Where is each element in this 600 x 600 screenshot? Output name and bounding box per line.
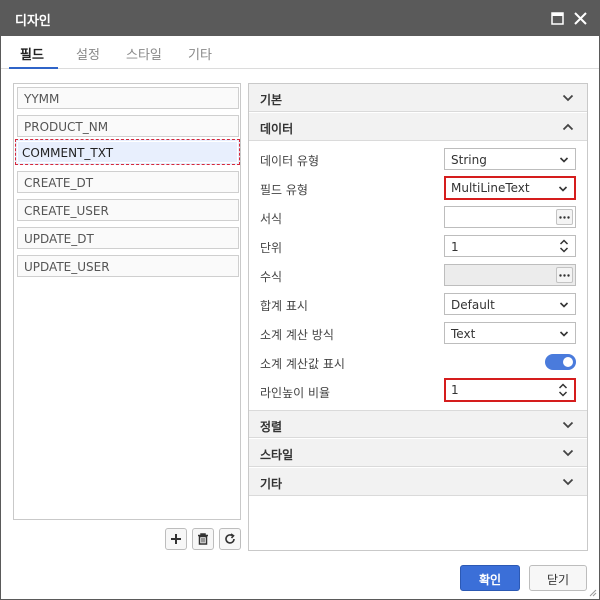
title-bar: 디자인: [1, 1, 599, 36]
chevron-down-icon: [559, 331, 569, 337]
subtotal-display-label: 소계 계산값 표시: [260, 357, 345, 371]
spinner-icon[interactable]: [558, 381, 568, 399]
field-type-label: 필드 유형: [260, 183, 308, 197]
close-icon[interactable]: [571, 9, 589, 27]
section-title: 스타일: [260, 448, 294, 462]
tab-fields[interactable]: 필드: [20, 44, 44, 63]
subtotal-method-label: 소계 계산 방식: [260, 328, 334, 342]
chevron-down-icon: [562, 478, 574, 486]
field-type-value: MultiLineText: [451, 181, 530, 195]
list-item[interactable]: CREATE_DT: [17, 171, 239, 193]
formula-label: 수식: [260, 270, 283, 284]
formula-input: [444, 264, 576, 286]
tab-etc[interactable]: 기타: [188, 44, 212, 63]
section-sort-header[interactable]: 정렬: [249, 410, 587, 438]
dialog-title: 디자인: [15, 14, 51, 29]
line-height-ratio-value: 1: [451, 383, 459, 397]
plus-icon: [171, 534, 181, 544]
subtotal-method-select[interactable]: Text: [444, 322, 576, 344]
section-data-header[interactable]: 데이터: [249, 113, 587, 141]
spinner-icon[interactable]: [559, 237, 569, 255]
list-item[interactable]: UPDATE_DT: [17, 227, 239, 249]
close-button[interactable]: 닫기: [529, 565, 587, 591]
line-height-ratio-label: 라인높이 비율: [260, 386, 331, 400]
total-display-label: 합계 표시: [260, 299, 308, 313]
section-title: 정렬: [260, 420, 283, 434]
list-item[interactable]: UPDATE_USER: [17, 255, 239, 277]
chevron-down-icon: [558, 186, 568, 192]
field-list[interactable]: YYMM PRODUCT_NM COMMENT_TXT CREATE_DT CR…: [13, 83, 241, 520]
more-icon[interactable]: [556, 267, 573, 283]
chevron-down-icon: [562, 421, 574, 429]
resize-grip-icon[interactable]: [587, 587, 597, 597]
add-field-button[interactable]: [165, 528, 187, 550]
trash-icon: [198, 533, 208, 545]
chevron-up-icon: [562, 123, 574, 131]
data-type-value: String: [451, 153, 487, 167]
chevron-down-icon: [559, 302, 569, 308]
format-input[interactable]: [444, 206, 576, 228]
chevron-down-icon: [562, 94, 574, 102]
format-label: 서식: [260, 212, 283, 226]
subtotal-display-toggle[interactable]: [545, 354, 576, 370]
data-type-label: 데이터 유형: [260, 154, 320, 168]
refresh-field-button[interactable]: [219, 528, 241, 550]
unit-label: 단위: [260, 241, 283, 255]
line-height-ratio-stepper[interactable]: 1: [444, 378, 576, 402]
field-type-select[interactable]: MultiLineText: [444, 176, 576, 200]
more-icon[interactable]: [556, 209, 573, 225]
list-item[interactable]: YYMM: [17, 87, 239, 109]
active-tab-indicator: [9, 67, 58, 69]
total-display-select[interactable]: Default: [444, 293, 576, 315]
chevron-down-icon: [559, 157, 569, 163]
list-item[interactable]: CREATE_USER: [17, 199, 239, 221]
tab-bar: 필드 설정 스타일 기타: [1, 37, 599, 69]
design-dialog: 디자인 필드 설정 스타일 기타 YYMM PRODUCT_NM COMMENT…: [0, 0, 600, 600]
unit-stepper[interactable]: 1: [444, 235, 576, 257]
tab-settings[interactable]: 설정: [76, 44, 100, 63]
list-item-selected[interactable]: COMMENT_TXT: [15, 139, 240, 165]
total-display-value: Default: [451, 298, 495, 312]
tab-style[interactable]: 스타일: [126, 44, 162, 63]
refresh-icon: [225, 533, 235, 544]
section-title: 기본: [260, 93, 283, 107]
chevron-down-icon: [562, 449, 574, 457]
properties-panel: 기본 데이터 데이터 유형 String 필드 유형 MultiLineText…: [248, 83, 588, 551]
section-title: 기타: [260, 477, 283, 491]
maximize-icon[interactable]: [548, 9, 566, 27]
data-type-select[interactable]: String: [444, 148, 576, 170]
ok-button[interactable]: 확인: [460, 565, 520, 591]
toggle-knob: [563, 357, 573, 367]
list-item[interactable]: PRODUCT_NM: [17, 115, 239, 137]
unit-value: 1: [451, 240, 459, 254]
section-title: 데이터: [260, 122, 294, 136]
section-etc-header[interactable]: 기타: [249, 468, 587, 496]
delete-field-button[interactable]: [192, 528, 214, 550]
section-style-header[interactable]: 스타일: [249, 439, 587, 467]
section-basic-header[interactable]: 기본: [249, 84, 587, 112]
subtotal-method-value: Text: [451, 327, 476, 341]
